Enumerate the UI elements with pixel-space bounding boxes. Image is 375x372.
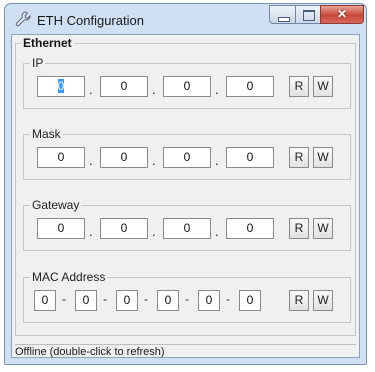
mac-dash-3: - [144,292,148,306]
close-icon: ✕ [336,7,348,21]
mask-group: Mask 0 . 0 . 0 . 0 R W [23,127,351,180]
ip-dot-1: . [89,82,93,97]
mask-octet-4[interactable]: 0 [226,147,274,168]
mac-byte-1[interactable]: 0 [34,290,56,311]
ip-write-button[interactable]: W [313,76,333,97]
title-bar[interactable]: ETH Configuration ✕ [5,4,366,34]
mac-label: MAC Address [30,270,108,284]
mac-dash-4: - [185,292,189,306]
mask-dot-3: . [215,153,219,168]
ip-dot-3: . [215,82,219,97]
gateway-group: Gateway 0 . 0 . 0 . 0 R W [23,198,351,251]
gateway-dot-1: . [89,224,93,239]
mac-dash-2: - [103,292,107,306]
gateway-octet-2[interactable]: 0 [100,218,148,239]
client-area: Ethernet IP 0 . 0 . 0 . 0 R W Mask 0 . 0… [11,34,360,358]
mac-group: MAC Address 0 - 0 - 0 - 0 - 0 - 0 R W [23,270,351,323]
gateway-label: Gateway [30,198,82,212]
status-text: Offline (double-click to refresh) [15,346,165,358]
ip-read-button[interactable]: R [289,76,309,97]
status-bar[interactable]: Offline (double-click to refresh) [15,344,356,359]
gateway-dot-2: . [152,224,156,239]
mac-dash-5: - [226,292,230,306]
mask-octet-1[interactable]: 0 [37,147,85,168]
ip-octet-1[interactable]: 0 [37,76,85,97]
minimize-icon [278,17,290,22]
gateway-octet-1[interactable]: 0 [37,218,85,239]
ip-dot-2: . [152,82,156,97]
gateway-write-button[interactable]: W [313,218,333,239]
mask-octet-2[interactable]: 0 [100,147,148,168]
mac-write-button[interactable]: W [313,290,333,311]
mac-byte-3[interactable]: 0 [116,290,138,311]
eth-config-window: ETH Configuration ✕ Ethernet IP 0 . 0 . … [4,3,367,365]
gateway-read-button[interactable]: R [289,218,309,239]
mac-byte-6[interactable]: 0 [239,290,261,311]
mask-dot-1: . [89,153,93,168]
maximize-icon [303,10,315,21]
mac-dash-1: - [62,292,66,306]
maximize-button[interactable] [295,5,321,24]
gateway-octet-3[interactable]: 0 [163,218,211,239]
ethernet-group: Ethernet IP 0 . 0 . 0 . 0 R W Mask 0 . 0… [15,36,356,336]
ip-octet-4[interactable]: 0 [226,76,274,97]
ip-octet-3[interactable]: 0 [163,76,211,97]
ip-group: IP 0 . 0 . 0 . 0 R W [23,56,351,109]
ip-octet-2[interactable]: 0 [100,76,148,97]
mask-dot-2: . [152,153,156,168]
window-title: ETH Configuration [37,13,144,28]
close-button[interactable]: ✕ [320,5,364,24]
mask-write-button[interactable]: W [313,147,333,168]
wrench-icon [15,11,31,27]
mac-read-button[interactable]: R [289,290,309,311]
minimize-button[interactable] [269,5,296,24]
gateway-dot-3: . [215,224,219,239]
gateway-octet-4[interactable]: 0 [226,218,274,239]
ethernet-group-label: Ethernet [21,36,74,50]
mask-read-button[interactable]: R [289,147,309,168]
ip-label: IP [30,56,46,70]
mac-byte-4[interactable]: 0 [157,290,179,311]
mac-byte-2[interactable]: 0 [75,290,97,311]
mac-byte-5[interactable]: 0 [198,290,220,311]
mask-label: Mask [30,127,63,141]
mask-octet-3[interactable]: 0 [163,147,211,168]
